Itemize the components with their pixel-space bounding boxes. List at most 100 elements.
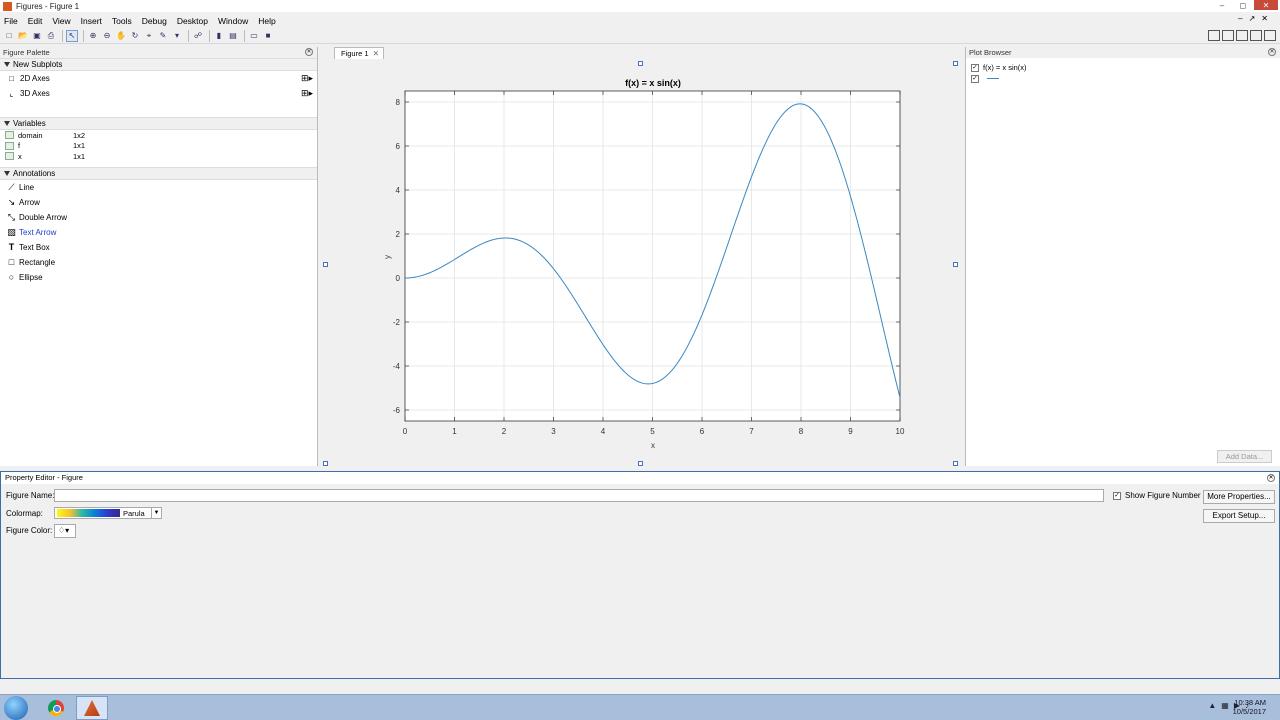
taskbar-matlab[interactable] [76,696,108,720]
variable-name: domain [18,130,43,140]
close-plot-browser-icon[interactable]: ✕ [1268,48,1276,56]
export-setup-button[interactable]: Export Setup... [1203,509,1275,523]
zoom-out-icon[interactable]: ⊖ [101,30,113,42]
section-new-subplots[interactable]: New Subplots [0,58,317,71]
section-variables[interactable]: Variables [0,117,317,130]
selection-handle[interactable] [953,262,958,267]
annotation-text-box[interactable]: T Text Box [0,240,317,255]
subplot-3d-axes[interactable]: ⌞ 3D Axes ⊞▸ [0,86,317,101]
data-cursor-icon[interactable]: ⌖ [143,30,155,42]
plot-browser-line-item[interactable]: ✓ [966,73,1280,84]
menu-help[interactable]: Help [258,16,275,26]
menu-insert[interactable]: Insert [81,16,102,26]
close-tab-icon[interactable]: ✕ [373,48,379,59]
start-button-icon[interactable] [4,696,28,720]
insert-colorbar-icon[interactable]: ▮ [213,30,225,42]
menu-edit[interactable]: Edit [28,16,43,26]
window-controls: – ◻ ✕ [1211,0,1278,10]
menu-debug[interactable]: Debug [142,16,167,26]
maximize-layout-icon[interactable] [1264,30,1276,41]
edit-plot-arrow-icon[interactable]: ↖ [66,29,78,42]
maximize-icon[interactable]: ◻ [1233,0,1253,10]
annotation-line[interactable]: ⟋ Line [0,180,317,195]
selection-handle[interactable] [953,61,958,66]
section-annotations[interactable]: Annotations [0,166,317,180]
variable-row[interactable]: f 1x1 [0,141,317,152]
windows-taskbar: ▲▦▶♪ 10:38 AM 10/5/2017 [0,694,1280,720]
clock-time: 10:38 AM [1234,698,1266,707]
annotation-label: Text Box [19,242,50,252]
plot-browser-title: Plot Browser [969,48,1012,57]
arrow-icon: ↘ [7,196,16,207]
selection-handle[interactable] [638,61,643,66]
collapse-triangle-icon [4,121,10,127]
show-plot-tools-icon[interactable]: ■ [262,30,274,42]
annotation-arrow[interactable]: ↘ Arrow [0,195,317,210]
plot-svg[interactable]: f(x) = x sin(x) x y 0 1 2 3 4 5 6 7 8 9 10 -6 -4 -2 0 2… [322,59,962,466]
y-tick-label: 0 [396,274,401,283]
subplot-grid-icon[interactable]: ⊞▸ [301,73,313,84]
figure-canvas[interactable]: f(x) = x sin(x) x y 0 1 2 3 4 5 6 7 8 9 10 -6 -4 -2 0 2… [322,59,962,466]
plot-browser-axes-item[interactable]: ✓ f(x) = x sin(x) [966,62,1280,73]
figure-name-label: Figure Name: [6,491,55,500]
more-properties-button[interactable]: More Properties... [1203,490,1275,504]
selection-handle[interactable] [323,461,328,466]
figure-color-button[interactable]: ♢▾ [54,524,76,538]
selection-handle[interactable] [953,461,958,466]
show-figure-number-checkbox[interactable]: ✓ [1113,491,1121,500]
variable-row[interactable]: domain 1x2 [0,130,317,141]
taskbar-clock[interactable]: 10:38 AM 10/5/2017 [1233,698,1266,716]
top-bottom-layout-icon[interactable] [1236,30,1248,41]
menu-view[interactable]: View [52,16,70,26]
visibility-checkbox[interactable]: ✓ [971,74,979,83]
zoom-in-icon[interactable]: ⊕ [87,30,99,42]
float-layout-icon[interactable] [1250,30,1262,41]
show-figure-number-label: Show Figure Number [1125,491,1201,500]
tile-layout-icon[interactable] [1208,30,1220,41]
save-icon[interactable]: ▣ [31,30,43,42]
link-plot-icon[interactable]: ☍ [192,30,204,42]
close-palette-icon[interactable]: ✕ [305,48,313,56]
x-tick-label: 3 [551,427,556,436]
rotate-3d-icon[interactable]: ↻ [129,30,141,42]
selection-handle[interactable] [638,461,643,466]
selection-handle[interactable] [323,262,328,267]
taskbar-chrome[interactable] [40,696,72,720]
subplot-2d-axes[interactable]: □ 2D Axes ⊞▸ [0,71,317,86]
menu-window-controls[interactable]: –↗✕ [1238,14,1274,23]
print-icon[interactable]: ⎙ [45,30,57,42]
pan-hand-icon[interactable]: ✋ [115,30,127,42]
brush-icon[interactable]: ✎ [157,30,169,42]
menu-window[interactable]: Window [218,16,248,26]
hide-plot-tools-icon[interactable]: ▭ [248,30,260,42]
show-figure-number[interactable]: ✓ Show Figure Number [1113,491,1201,500]
left-right-layout-icon[interactable] [1222,30,1234,41]
menu-tools[interactable]: Tools [112,16,132,26]
annotation-double-arrow[interactable]: ⤡ Double Arrow [0,210,317,225]
axes-label: f(x) = x sin(x) [983,63,1027,72]
new-figure-icon[interactable]: □ [3,30,15,42]
section-label: Variables [13,119,46,128]
brush-dropdown-icon[interactable]: ▾ [171,30,183,42]
open-file-icon[interactable]: 📂 [17,30,29,42]
close-property-editor-icon[interactable]: ✕ [1267,474,1275,482]
tab-figure-1[interactable]: Figure 1 ✕ [334,47,384,59]
chevron-down-icon[interactable]: ▼ [151,508,161,518]
close-icon[interactable]: ✕ [1254,0,1278,10]
annotation-ellipse[interactable]: ○ Ellipse [0,270,317,285]
menu-file[interactable]: File [4,16,18,26]
annotation-text-arrow[interactable]: ▧ Text Arrow [0,225,317,240]
double-arrow-icon: ⤡ [7,211,16,222]
variable-row[interactable]: x 1x1 [0,151,317,162]
x-tick-label: 1 [452,427,457,436]
annotation-rectangle[interactable]: □ Rectangle [0,255,317,270]
minimize-icon[interactable]: – [1212,0,1232,10]
figure-palette: Figure Palette ✕ New Subplots □ 2D Axes … [0,47,318,466]
colormap-dropdown[interactable]: Parula ▼ [54,507,162,519]
add-data-button[interactable]: Add Data... [1217,450,1272,463]
visibility-checkbox[interactable]: ✓ [971,63,979,72]
figure-name-input[interactable] [54,489,1104,502]
subplot-grid-icon[interactable]: ⊞▸ [301,88,313,99]
insert-legend-icon[interactable]: ▤ [227,30,239,42]
menu-desktop[interactable]: Desktop [177,16,208,26]
